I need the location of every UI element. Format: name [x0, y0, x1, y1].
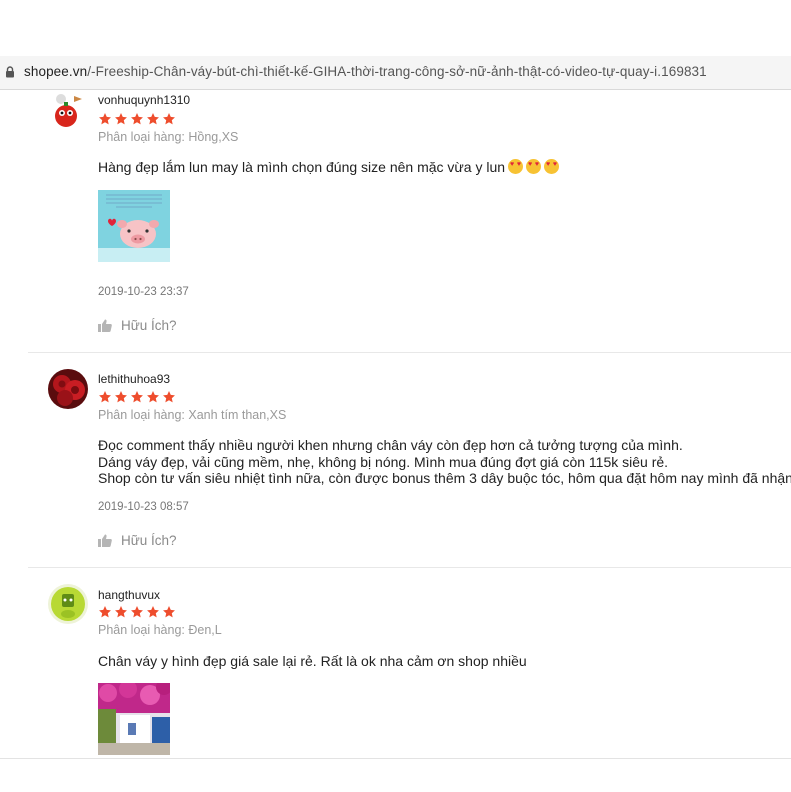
review-comment-line: Đọc comment thấy nhiều người khen nhưng … — [98, 437, 683, 453]
star-icon — [163, 391, 175, 403]
review-variation: Phân loại hàng: Đen,L — [98, 623, 222, 637]
star-icon — [99, 606, 111, 618]
star-icon — [147, 113, 159, 125]
review-divider — [28, 352, 791, 353]
heart-eyes-emoji-icon — [544, 159, 560, 174]
review-variation: Phân loại hàng: Hồng,XS — [98, 130, 239, 144]
star-icon — [99, 391, 111, 403]
page-top-margin — [0, 0, 791, 56]
review-comment-line: Dáng váy đẹp, vải cũng mềm, nhẹ, không b… — [98, 453, 669, 470]
review-datetime: 2019-10-23 23:37 — [98, 286, 189, 298]
rating-stars — [98, 112, 176, 126]
star-icon — [163, 606, 175, 618]
review-item: hangthuvux Phân loại hàng: Đen,L Chân vá… — [0, 584, 791, 758]
url-path: /-Freeship-Chân-váy-bút-chì-thiết-kế-GIH… — [87, 64, 707, 79]
helpful-button[interactable]: Hữu Ích? — [98, 533, 177, 548]
review-comment-line: Shop còn tư vấn siêu nhiệt tình nữa, còn… — [98, 470, 791, 486]
review-username[interactable]: hangthuvux — [98, 588, 160, 602]
review-divider — [28, 567, 791, 568]
star-icon — [131, 606, 143, 618]
review-photo-thumbnail[interactable] — [98, 190, 170, 262]
review-item: vonhuquynh1310 Phân loại hàng: Hồng,XS H… — [0, 90, 791, 352]
browser-address-bar[interactable]: shopee.vn/-Freeship-Chân-váy-bút-chì-thi… — [0, 56, 791, 90]
review-photo-thumbnail[interactable] — [98, 683, 170, 755]
page-bottom-margin — [0, 758, 791, 792]
star-icon — [147, 606, 159, 618]
review-comment-line: Hàng đẹp lắm lun may là mình chọn đúng s… — [98, 159, 506, 175]
avatar[interactable] — [48, 369, 88, 409]
helpful-label: Hữu Ích? — [121, 533, 177, 548]
thumbs-up-icon — [98, 319, 112, 332]
helpful-button[interactable]: Hữu Ích? — [98, 318, 177, 333]
review-comment: Hàng đẹp lắm lun may là mình chọn đúng s… — [98, 159, 560, 176]
url-host: shopee.vn — [24, 64, 88, 79]
review-username[interactable]: vonhuquynh1310 — [98, 93, 190, 107]
helpful-label: Hữu Ích? — [121, 318, 177, 333]
review-comment-line: Chân váy y hình đẹp giá sale lại rẻ. Rất… — [98, 653, 527, 669]
url-text[interactable]: shopee.vn/-Freeship-Chân-váy-bút-chì-thi… — [24, 64, 707, 79]
review-comment: Chân váy y hình đẹp giá sale lại rẻ. Rất… — [98, 653, 527, 670]
review-item: lethithuhoa93 Phân loại hàng: Xanh tím t… — [0, 368, 791, 568]
avatar[interactable] — [48, 90, 88, 130]
star-icon — [115, 606, 127, 618]
rating-stars — [98, 390, 176, 404]
star-icon — [131, 391, 143, 403]
star-icon — [147, 391, 159, 403]
heart-eyes-emoji-icon — [508, 159, 524, 174]
star-icon — [163, 113, 175, 125]
heart-eyes-emoji-icon — [526, 159, 542, 174]
review-variation: Phân loại hàng: Xanh tím than,XS — [98, 408, 287, 422]
star-icon — [131, 113, 143, 125]
review-comment: Đọc comment thấy nhiều người khen nhưng … — [98, 437, 791, 487]
lock-icon — [6, 66, 14, 78]
star-icon — [115, 113, 127, 125]
reviews-list: vonhuquynh1310 Phân loại hàng: Hồng,XS H… — [0, 90, 791, 758]
avatar[interactable] — [48, 584, 88, 624]
thumbs-up-icon — [98, 534, 112, 547]
rating-stars — [98, 605, 176, 619]
star-icon — [115, 391, 127, 403]
star-icon — [99, 113, 111, 125]
review-username[interactable]: lethithuhoa93 — [98, 372, 170, 386]
review-datetime: 2019-10-23 08:57 — [98, 501, 189, 513]
